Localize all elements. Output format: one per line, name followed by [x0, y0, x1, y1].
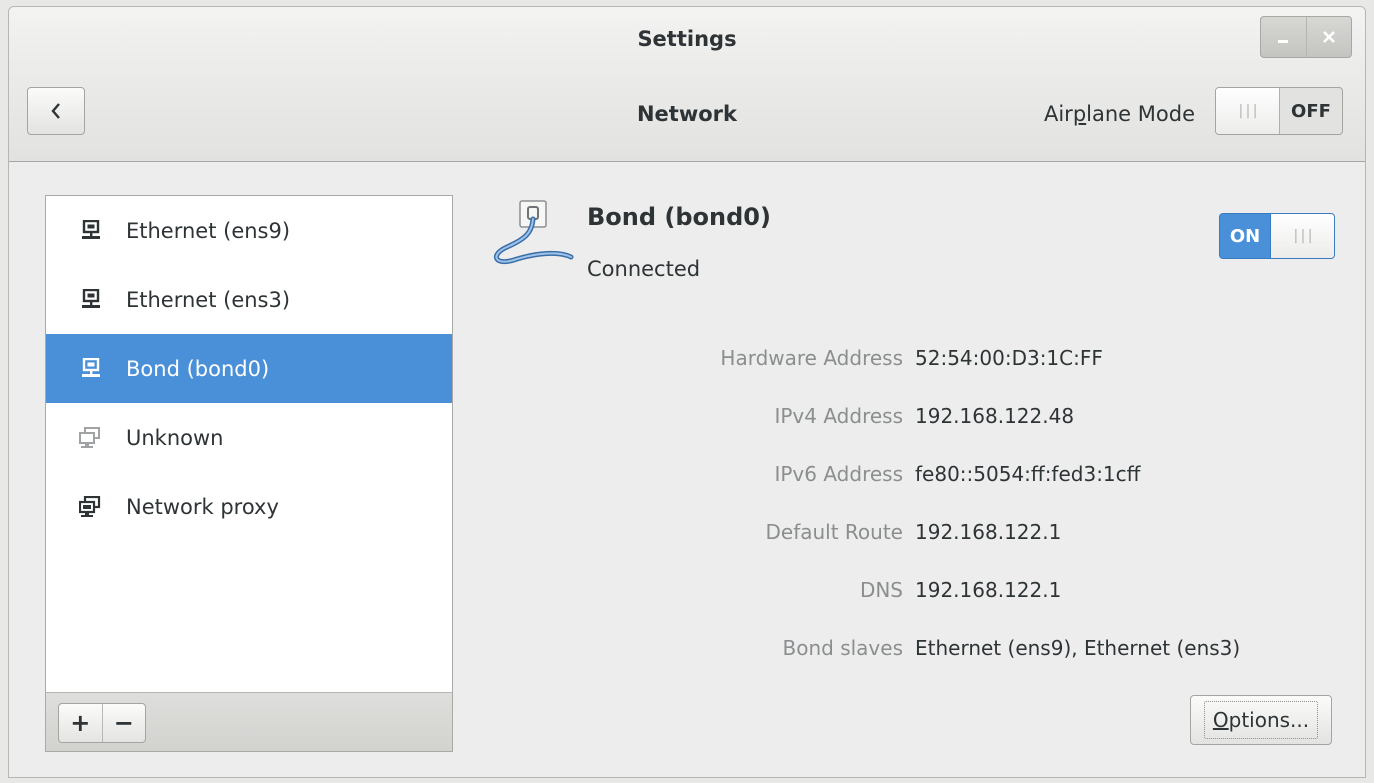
detail-key: IPv4 Address	[774, 404, 903, 428]
list-item-label: Network proxy	[126, 494, 279, 519]
switch-knob[interactable]: | | |	[1270, 214, 1334, 258]
bond-device-icon	[493, 200, 574, 265]
device-power-switch[interactable]: ON | | |	[1219, 213, 1335, 259]
list-item-ethernet-ens3[interactable]: Ethernet (ens3)	[46, 265, 452, 334]
airplane-mode-switch[interactable]: | | | OFF	[1215, 87, 1343, 135]
airplane-mode-label: Airplane Mode	[1043, 102, 1195, 126]
detail-key: Bond slaves	[782, 636, 903, 660]
add-device-button[interactable]: +	[59, 704, 102, 742]
detail-dns: DNS 192.168.122.1	[609, 575, 1349, 605]
list-item-label: Ethernet (ens3)	[126, 287, 291, 312]
detail-value: Ethernet (ens9), Ethernet (ens3)	[915, 636, 1241, 660]
remove-device-button[interactable]: −	[101, 704, 146, 742]
options-button[interactable]: Options...	[1190, 695, 1332, 745]
detail-hardware-address: Hardware Address 52:54:00:D3:1C:FF	[609, 343, 1349, 373]
device-list: Ethernet (ens9) Ethernet (ens3) Bond (bo…	[45, 195, 453, 752]
detail-value: 192.168.122.48	[915, 404, 1075, 428]
detail-ipv4-address: IPv4 Address 192.168.122.48	[609, 401, 1349, 431]
wired-network-icon	[78, 357, 104, 380]
list-item-unknown[interactable]: Unknown	[46, 403, 452, 472]
detail-value: fe80::5054:ff:fed3:1cff	[915, 462, 1141, 486]
list-item-label: Unknown	[126, 425, 224, 450]
detail-key: Hardware Address	[720, 346, 903, 370]
wired-network-icon	[78, 219, 104, 242]
detail-value: 52:54:00:D3:1C:FF	[915, 346, 1103, 370]
detail-key: IPv6 Address	[774, 462, 903, 486]
list-item-network-proxy[interactable]: Network proxy	[46, 472, 452, 541]
wired-network-icon	[78, 288, 104, 311]
device-name: Bond (bond0)	[587, 203, 771, 231]
detail-ipv6-address: IPv6 Address fe80::5054:ff:fed3:1cff	[609, 459, 1349, 489]
network-disconnected-icon	[78, 426, 104, 449]
add-remove-group: + −	[58, 703, 146, 743]
detail-key: DNS	[859, 578, 903, 602]
switch-state-label: ON	[1229, 225, 1261, 247]
minimize-button[interactable]	[1261, 17, 1306, 57]
device-status: Connected	[587, 257, 701, 281]
list-item-label: Ethernet (ens9)	[126, 218, 291, 243]
switch-state-label: OFF	[1291, 100, 1331, 122]
network-proxy-icon	[78, 495, 104, 518]
header-bar: Network Airplane Mode | | | OFF	[9, 73, 1365, 162]
close-button[interactable]	[1305, 17, 1352, 57]
minimize-icon	[1278, 40, 1289, 43]
detail-bond-slaves: Bond slaves Ethernet (ens9), Ethernet (e…	[609, 633, 1349, 663]
settings-window: Settings Network Airplane Mode | | | OFF…	[8, 6, 1366, 778]
device-list-toolbar: + −	[46, 692, 452, 751]
list-item-bond-bond0[interactable]: Bond (bond0)	[46, 334, 452, 403]
list-item-ethernet-ens9[interactable]: Ethernet (ens9)	[46, 196, 452, 265]
detail-default-route: Default Route 192.168.122.1	[609, 517, 1349, 547]
detail-key: Default Route	[765, 520, 904, 544]
window-title: Settings	[637, 27, 737, 51]
options-button-label: Options...	[1203, 701, 1319, 739]
window-controls	[1260, 16, 1352, 58]
title-bar[interactable]: Settings	[9, 7, 1365, 73]
close-icon	[1322, 31, 1335, 43]
list-item-label: Bond (bond0)	[126, 356, 270, 381]
detail-value: 192.168.122.1	[915, 578, 1062, 602]
detail-value: 192.168.122.1	[915, 520, 1062, 544]
switch-knob[interactable]: | | |	[1216, 88, 1280, 134]
